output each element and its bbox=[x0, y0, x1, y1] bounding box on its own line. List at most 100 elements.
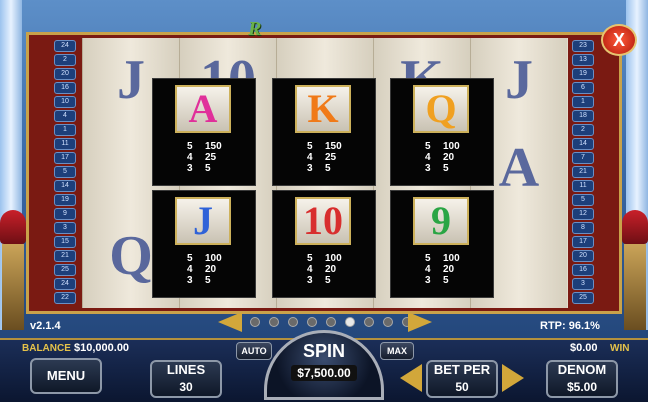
version-label: v2.1.4 bbox=[30, 320, 61, 332]
denom-button[interactable]: DENOM $5.00 bbox=[546, 360, 618, 398]
payline-number: 16 bbox=[572, 264, 594, 276]
pay-value: 100 bbox=[205, 253, 222, 264]
payline-number: 17 bbox=[54, 152, 76, 164]
payline-number: 24 bbox=[54, 40, 76, 52]
pay-count: 4 bbox=[425, 152, 431, 163]
pay-value: 20 bbox=[443, 152, 455, 163]
bet-decrease-arrow-icon[interactable] bbox=[400, 364, 422, 392]
payline-numbers-right: 23 13 19 6 1 18 2 14 7 21 11 5 12 8 17 20 16 3 25 bbox=[570, 38, 596, 308]
close-icon: X bbox=[612, 30, 625, 50]
pay-value: 5 bbox=[443, 163, 449, 174]
pay-count: 4 bbox=[307, 264, 313, 275]
payline-number: 13 bbox=[572, 54, 594, 66]
bet-per-label: BET PER bbox=[433, 362, 491, 377]
payline-number: 12 bbox=[572, 208, 594, 220]
bet-increase-arrow-icon[interactable] bbox=[502, 364, 524, 392]
payline-number: 9 bbox=[54, 208, 76, 220]
lines-button[interactable]: LINES 30 bbox=[150, 360, 222, 398]
payline-number: 3 bbox=[54, 222, 76, 234]
max-button[interactable]: MAX bbox=[380, 342, 414, 360]
spin-label: SPIN bbox=[302, 341, 345, 361]
payline-number: 2 bbox=[572, 124, 594, 136]
pager-dot[interactable] bbox=[288, 317, 298, 327]
pager-dot[interactable] bbox=[383, 317, 393, 327]
payline-number: 4 bbox=[54, 110, 76, 122]
paytable-symbol-tile: Q bbox=[413, 85, 469, 133]
bet-per-button[interactable]: BET PER 50 bbox=[426, 360, 498, 398]
pay-value: 100 bbox=[443, 141, 460, 152]
pay-count: 5 bbox=[425, 141, 431, 152]
balance-value: $10,000.00 bbox=[74, 342, 130, 354]
pay-count: 4 bbox=[187, 264, 193, 275]
payline-number: 3 bbox=[572, 278, 594, 290]
payline-number: 25 bbox=[54, 264, 76, 276]
payline-number: 16 bbox=[54, 82, 76, 94]
close-button[interactable]: X bbox=[601, 24, 637, 56]
pay-count: 4 bbox=[425, 264, 431, 275]
rtp-label: RTP: 96.1% bbox=[540, 320, 600, 332]
payline-number: 23 bbox=[572, 40, 594, 52]
pay-count: 5 bbox=[307, 141, 313, 152]
menu-button-label: MENU bbox=[46, 368, 86, 383]
paytable-card: J 5 4 3 100 20 5 bbox=[152, 190, 256, 298]
pay-count: 5 bbox=[187, 141, 193, 152]
paytable-symbol-tile: 10 bbox=[295, 197, 351, 245]
pager-dot[interactable] bbox=[250, 317, 260, 327]
pay-value: 5 bbox=[205, 163, 211, 174]
balance-label: BALANCE bbox=[22, 343, 71, 354]
warrior-right-image bbox=[622, 210, 648, 330]
paytable-card: 10 5 4 3 100 20 5 bbox=[272, 190, 376, 298]
payline-number: 17 bbox=[572, 236, 594, 248]
payline-number: 2 bbox=[54, 54, 76, 66]
payline-number: 15 bbox=[54, 236, 76, 248]
win-value: $0.00 bbox=[570, 342, 598, 354]
total-bet-value: $7,500.00 bbox=[291, 365, 357, 381]
paytable-symbol-tile: A bbox=[175, 85, 231, 133]
pay-count: 5 bbox=[425, 253, 431, 264]
pay-value: 20 bbox=[443, 264, 455, 275]
paytable-pager bbox=[218, 312, 432, 332]
pager-dot[interactable] bbox=[307, 317, 317, 327]
payline-number: 14 bbox=[54, 180, 76, 192]
payline-number: 11 bbox=[54, 138, 76, 150]
pager-dot[interactable] bbox=[269, 317, 279, 327]
pay-value: 5 bbox=[325, 275, 331, 286]
pay-count: 3 bbox=[187, 163, 193, 174]
pay-count: 4 bbox=[187, 152, 193, 163]
paytable-symbol-tile: K bbox=[295, 85, 351, 133]
payline-number: 8 bbox=[572, 222, 594, 234]
pager-dot[interactable] bbox=[345, 317, 355, 327]
payline-number: 7 bbox=[572, 152, 594, 164]
paytable-symbol-tile: 9 bbox=[413, 197, 469, 245]
payline-number: 1 bbox=[54, 124, 76, 136]
warrior-left-image bbox=[0, 210, 26, 330]
pager-next-arrow-icon[interactable] bbox=[408, 312, 432, 332]
payline-number: 14 bbox=[572, 138, 594, 150]
pay-value: 25 bbox=[205, 152, 217, 163]
paytable-card: 9 5 4 3 100 20 5 bbox=[390, 190, 494, 298]
payline-number: 18 bbox=[572, 110, 594, 122]
menu-button[interactable]: MENU bbox=[30, 358, 102, 394]
pay-count: 3 bbox=[307, 275, 313, 286]
pay-count: 5 bbox=[307, 253, 313, 264]
pager-dot[interactable] bbox=[364, 317, 374, 327]
pager-prev-arrow-icon[interactable] bbox=[218, 312, 242, 332]
denom-label: DENOM bbox=[557, 362, 607, 377]
pay-value: 25 bbox=[325, 152, 337, 163]
payline-number: 19 bbox=[54, 194, 76, 206]
payline-number: 25 bbox=[572, 292, 594, 304]
pay-value: 100 bbox=[325, 253, 342, 264]
spin-button[interactable]: SPIN $7,500.00 bbox=[264, 330, 384, 400]
payline-number: 5 bbox=[572, 194, 594, 206]
payline-number: 11 bbox=[572, 180, 594, 192]
payline-number: 1 bbox=[572, 96, 594, 108]
game-logo: R bbox=[248, 18, 262, 40]
pay-value: 150 bbox=[205, 141, 222, 152]
paytable-card: K 5 4 3 150 25 5 bbox=[272, 78, 376, 186]
payline-number: 22 bbox=[54, 292, 76, 304]
pay-count: 5 bbox=[187, 253, 193, 264]
pager-dot[interactable] bbox=[326, 317, 336, 327]
paytable-card: Q 5 4 3 100 20 5 bbox=[390, 78, 494, 186]
payline-number: 10 bbox=[54, 96, 76, 108]
payline-number: 21 bbox=[54, 250, 76, 262]
